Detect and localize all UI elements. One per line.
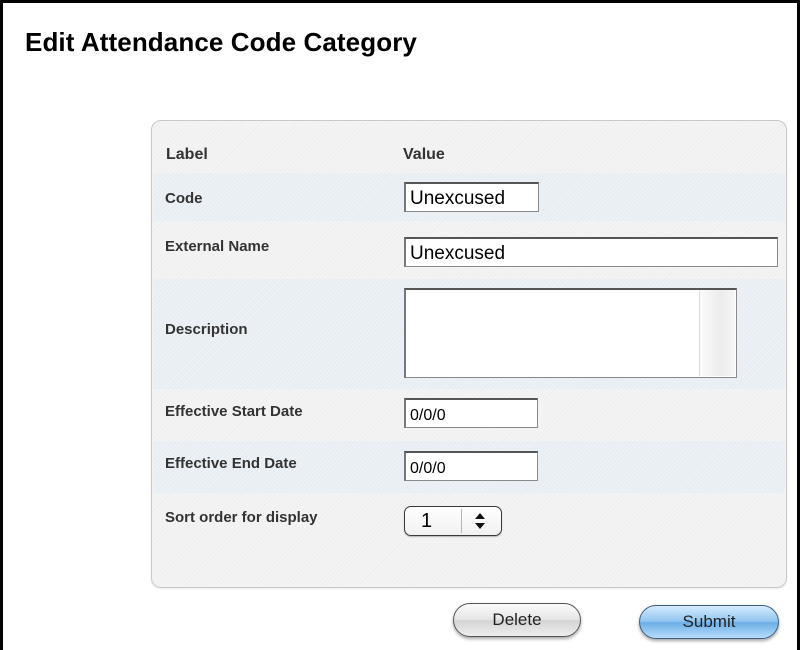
external-name-field[interactable]	[404, 237, 778, 267]
sort-order-label: Sort order for display	[165, 509, 318, 526]
submit-button[interactable]: Submit	[639, 605, 779, 639]
code-field[interactable]	[404, 182, 539, 212]
select-divider	[461, 509, 462, 533]
description-field[interactable]	[404, 288, 737, 378]
sort-order-select[interactable]: 1	[404, 506, 502, 536]
effective-end-date-field[interactable]	[404, 451, 538, 481]
form-panel: Label Value Code External Name Descripti…	[151, 120, 787, 588]
column-header-value: Value	[403, 146, 445, 163]
delete-button[interactable]: Delete	[453, 603, 581, 637]
effective-start-date-field[interactable]	[404, 398, 538, 428]
code-label: Code	[165, 190, 203, 207]
column-header-label: Label	[166, 146, 208, 163]
effective-end-date-label: Effective End Date	[165, 455, 297, 472]
description-label: Description	[165, 321, 248, 338]
page-frame: Edit Attendance Code Category Label Valu…	[0, 0, 800, 650]
sort-order-value: 1	[421, 510, 433, 532]
effective-start-date-label: Effective Start Date	[165, 403, 303, 420]
up-down-arrows-icon	[475, 513, 485, 529]
external-name-label: External Name	[165, 238, 270, 255]
page-title: Edit Attendance Code Category	[25, 27, 417, 57]
table-header-row: Label Value	[153, 143, 785, 173]
